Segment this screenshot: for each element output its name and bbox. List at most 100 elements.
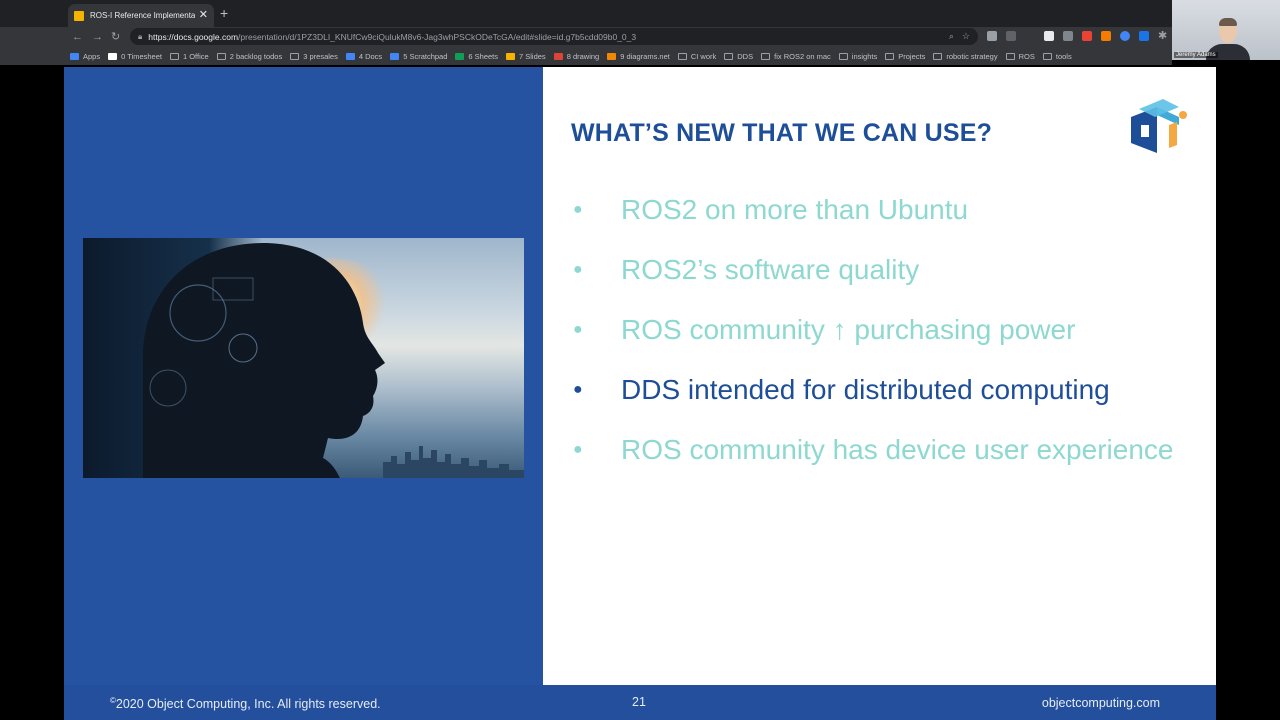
bullet-item: DDS intended for distributed computing	[573, 367, 1183, 412]
bookmark-label: CI work	[690, 51, 717, 61]
folder-icon	[169, 52, 179, 60]
url-text[interactable]: https://docs.google.com/presentation/d/1…	[148, 32, 941, 42]
bookmark-favicon-icon	[108, 52, 118, 60]
bookmark-item[interactable]: tools	[1042, 51, 1072, 61]
slide-content-panel: WHAT’S NEW THAT WE CAN USE? ROS2 on more…	[543, 67, 1216, 685]
bookmark-label: ROS	[1018, 51, 1035, 61]
folder-icon	[1005, 52, 1015, 60]
bookmark-label: Apps	[83, 51, 101, 61]
forward-icon[interactable]: →	[92, 29, 103, 45]
presenter-hair	[1219, 18, 1237, 26]
url-path: /presentation/d/1PZ3DLI_KNUfCw9ciQulukM8…	[238, 31, 637, 42]
slide-left-panel	[64, 67, 543, 685]
address-bar[interactable]: 🔒︎ https://docs.google.com/presentation/…	[130, 28, 978, 45]
folder-icon	[677, 52, 687, 60]
folder-icon	[1042, 52, 1052, 60]
back-icon[interactable]: ←	[72, 29, 83, 45]
bookmark-favicon-icon	[390, 52, 400, 60]
extension-icon[interactable]	[1101, 31, 1111, 41]
bookmark-label: 5 Scratchpad	[403, 51, 448, 61]
bookmark-label: Projects	[898, 51, 926, 61]
bookmark-item[interactable]: insights	[838, 52, 877, 61]
bookmark-item[interactable]: 2 backlog todos	[216, 51, 283, 61]
bookmark-item[interactable]: 0 Timesheet	[108, 52, 162, 61]
extension-icon[interactable]	[1120, 31, 1130, 41]
copyright-text: ©2020 Object Computing, Inc. All rights …	[110, 696, 381, 711]
folder-icon	[838, 52, 848, 60]
bookmark-item[interactable]: 8 drawing	[553, 52, 599, 61]
bookmark-label: fix ROS2 on mac	[774, 51, 831, 61]
slide-footer: ©2020 Object Computing, Inc. All rights …	[64, 685, 1216, 720]
bookmark-item[interactable]: DDS	[724, 52, 753, 61]
bookmark-label: 6 Sheets	[468, 51, 498, 61]
extensions-puzzle-icon[interactable]: ✱	[1158, 28, 1167, 44]
slides-favicon-icon	[74, 10, 84, 21]
bookmark-label: 4 Docs	[358, 51, 383, 61]
bookmark-item[interactable]: robotic strategy	[933, 51, 998, 61]
bookmark-label: DDS	[737, 51, 754, 61]
bullet-item: ROS community has device user experience	[573, 427, 1183, 472]
bookmark-favicon-icon	[506, 52, 515, 60]
hero-image	[83, 238, 524, 478]
bookmark-label: tools	[1055, 51, 1072, 61]
bookmark-item[interactable]: ROS	[1005, 51, 1035, 61]
bookmark-item[interactable]: fix ROS2 on mac	[761, 52, 831, 61]
extension-icon[interactable]	[1044, 31, 1054, 41]
city-skyline-image	[383, 446, 524, 478]
folder-icon	[761, 52, 771, 60]
bookmark-label: 7 Slides	[519, 51, 546, 61]
zoom-icon[interactable]: ⌕	[949, 31, 954, 42]
bookmark-label: 9 diagrams.net	[620, 51, 670, 61]
bookmark-item[interactable]: 7 Slides	[506, 52, 546, 61]
bookmark-label: 1 Office	[182, 51, 209, 61]
bookmark-item[interactable]: 1 Office	[169, 51, 209, 61]
bullet-item: ROS2’s software quality	[573, 247, 1183, 292]
bullet-item: ROS2 on more than Ubuntu	[573, 187, 1183, 232]
reload-icon[interactable]: ↻	[111, 29, 120, 45]
copyright-body: 2020 Object Computing, Inc. All rights r…	[115, 697, 381, 712]
tab-title: ROS-I Reference Implementatio	[90, 11, 195, 20]
extension-icon[interactable]	[1063, 31, 1073, 41]
new-tab-button[interactable]: +	[220, 6, 228, 20]
extension-icon[interactable]	[1139, 31, 1149, 41]
bookmark-favicon-icon	[607, 52, 617, 60]
bookmark-label: 0 Timesheet	[121, 51, 162, 61]
slide: WHAT’S NEW THAT WE CAN USE? ROS2 on more…	[64, 67, 1216, 720]
bookmark-favicon-icon	[345, 52, 355, 60]
tab-strip: ROS-I Reference Implementatio ✕ +	[0, 0, 1172, 27]
website-link[interactable]: objectcomputing.com	[1042, 696, 1160, 710]
browser-tab[interactable]: ROS-I Reference Implementatio ✕	[68, 4, 214, 27]
extension-icon[interactable]	[1006, 31, 1016, 41]
folder-icon	[933, 52, 943, 60]
url-host: https://docs.google.com	[148, 31, 239, 42]
bookmarks-bar: Apps 0 Timesheet 1 Office 2 backlog todos 3 …	[0, 47, 1172, 65]
folder-icon	[885, 52, 895, 60]
head-silhouette-image	[143, 243, 385, 478]
extension-icon[interactable]	[1082, 31, 1092, 41]
bookmark-item[interactable]: 6 Sheets	[455, 52, 498, 61]
bookmark-item[interactable]: CI work	[677, 51, 717, 61]
folder-icon	[724, 52, 734, 60]
bookmark-item[interactable]: 4 Docs	[345, 51, 383, 61]
slide-page-number: 21	[632, 695, 646, 709]
bookmark-item[interactable]: Apps	[70, 52, 100, 61]
bookmark-label: 2 backlog todos	[229, 51, 283, 61]
bookmark-favicon-icon	[455, 52, 465, 60]
tab-close-icon[interactable]: ✕	[199, 10, 208, 21]
extension-icon[interactable]	[987, 31, 997, 41]
bookmark-label: robotic strategy	[946, 51, 998, 61]
browser-toolbar: ← → ↻ 🔒︎ https://docs.google.com/present…	[0, 27, 1172, 47]
bookmark-item[interactable]: 5 Scratchpad	[390, 52, 447, 61]
bookmark-star-icon[interactable]: ☆	[962, 31, 970, 42]
bullet-item: ROS community ↑ purchasing power	[573, 307, 1183, 352]
folder-icon	[216, 52, 226, 60]
slide-title: WHAT’S NEW THAT WE CAN USE?	[571, 119, 993, 147]
bookmark-favicon-icon	[553, 52, 563, 60]
bookmark-favicon-icon	[70, 52, 79, 60]
bookmark-item[interactable]: 3 presales	[290, 52, 338, 61]
bookmark-item[interactable]: Projects	[885, 52, 925, 61]
presenter-name: Jeremy Adams	[1174, 52, 1218, 58]
webcam-overlay: Jeremy Adams	[1172, 0, 1280, 60]
bookmark-item[interactable]: 9 diagrams.net	[607, 52, 670, 61]
folder-icon	[290, 52, 300, 60]
